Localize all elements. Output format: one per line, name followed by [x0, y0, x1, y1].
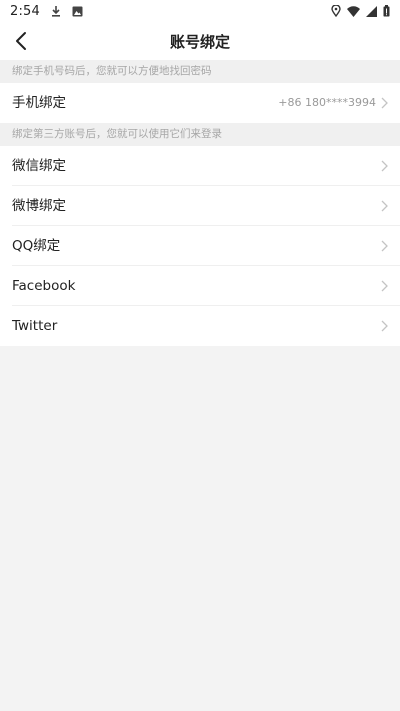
empty-content-area	[0, 346, 400, 711]
nav-bar: 账号绑定	[0, 22, 400, 60]
page-title: 账号绑定	[169, 33, 230, 51]
qq-binding-label: QQ绑定	[12, 238, 61, 254]
status-time: 2:54	[10, 3, 40, 19]
account-binding-screen: 2:54 账号绑定 绑定手机号码后，您就可以方便地找回密码 手机绑定 +86 1…	[0, 0, 400, 711]
qq-binding-row[interactable]: QQ绑定	[0, 226, 400, 266]
battery-icon	[383, 5, 390, 17]
phone-binding-row[interactable]: 手机绑定 +86 180****3994	[0, 83, 400, 123]
weibo-binding-row[interactable]: 微博绑定	[0, 186, 400, 226]
wifi-icon	[347, 5, 360, 17]
third-party-section-hint: 绑定第三方账号后，您就可以使用它们来登录	[0, 123, 400, 146]
photo-icon	[72, 6, 83, 17]
signal-icon	[366, 5, 377, 17]
chevron-right-icon	[381, 160, 388, 172]
download-icon	[50, 5, 62, 17]
chevron-right-icon	[381, 280, 388, 292]
chevron-right-icon	[381, 97, 388, 109]
status-bar-right	[331, 5, 400, 17]
phone-section-hint: 绑定手机号码后，您就可以方便地找回密码	[0, 60, 400, 83]
phone-binding-label: 手机绑定	[12, 95, 66, 111]
status-bar: 2:54	[0, 0, 400, 22]
weibo-binding-label: 微博绑定	[12, 198, 66, 214]
location-icon	[331, 5, 341, 17]
twitter-binding-row[interactable]: Twitter	[0, 306, 400, 346]
chevron-right-icon	[381, 320, 388, 332]
wechat-binding-row[interactable]: 微信绑定	[0, 146, 400, 186]
phone-number-value: +86 180****3994	[278, 96, 376, 109]
facebook-binding-row[interactable]: Facebook	[0, 266, 400, 306]
chevron-right-icon	[381, 200, 388, 212]
chevron-right-icon	[381, 240, 388, 252]
wechat-binding-label: 微信绑定	[12, 158, 66, 174]
facebook-binding-label: Facebook	[12, 278, 76, 294]
twitter-binding-label: Twitter	[12, 318, 58, 334]
status-bar-left: 2:54	[0, 4, 83, 19]
